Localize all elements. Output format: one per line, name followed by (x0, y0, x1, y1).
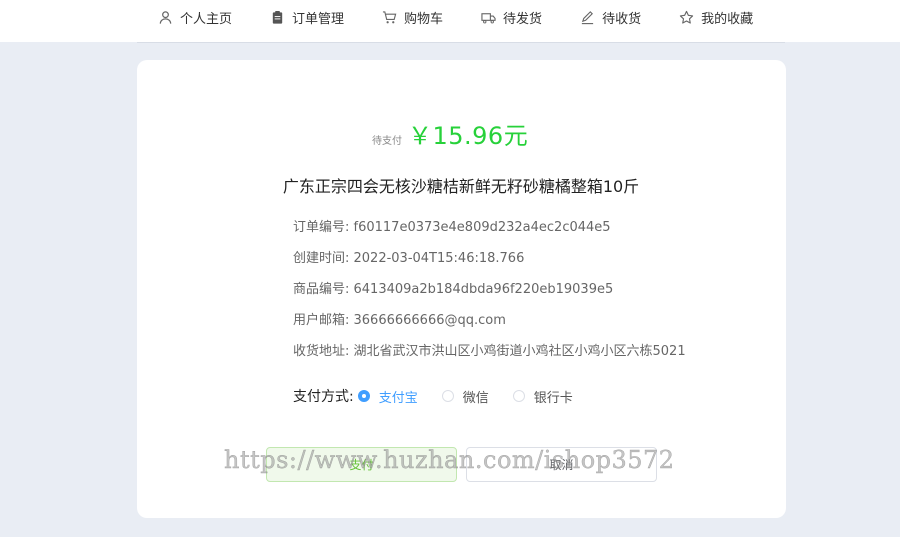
order-number: 订单编号: f60117e0373e4e809d232a4ec2c044e5 (293, 220, 611, 235)
shipping-address: 收货地址: 湖北省武汉市洪山区小鸡街道小鸡社区小鸡小区六栋5021 (293, 344, 686, 359)
payment-option-bank-card[interactable]: 银行卡 (512, 387, 573, 406)
radio-label: 微信 (462, 390, 489, 406)
top-navigation-bar: 个人主页 订单管理 购物车 待发货 待收货 我的收藏 (0, 0, 900, 42)
radio-icon[interactable] (441, 390, 454, 402)
radio-icon[interactable] (512, 390, 525, 402)
nav-divider (137, 42, 785, 43)
nav-item-label: 我的收藏 (701, 11, 754, 27)
nav-item-label: 订单管理 (292, 11, 345, 27)
truck-icon (481, 12, 496, 23)
product-title: 广东正宗四会无核沙糖桔新鲜无籽砂糖橘整箱10斤 (282, 177, 640, 196)
payment-option-alipay[interactable]: 支付宝 (357, 387, 418, 406)
price-section: 待支付 ￥15.96元 (372, 116, 528, 151)
nav-item-favorites[interactable]: 我的收藏 (679, 8, 753, 27)
nav-menu: 个人主页 订单管理 购物车 待发货 待收货 我的收藏 (158, 0, 753, 34)
user-icon (159, 10, 172, 24)
nav-item-label: 个人主页 (180, 11, 233, 27)
payment-method-label: 支付方式: (293, 389, 354, 405)
payment-method-group: 支付方式: 支付宝 微信 银行卡 (293, 386, 597, 406)
nav-item-label: 待收货 (602, 11, 642, 27)
radio-label: 银行卡 (533, 390, 573, 406)
cancel-button[interactable]: 取消 (466, 447, 657, 482)
user-email: 用户邮箱: 36666666666@qq.com (293, 313, 506, 328)
nav-item-orders[interactable]: 订单管理 (270, 8, 344, 27)
nav-item-cart[interactable]: 购物车 (382, 8, 443, 27)
nav-item-label: 购物车 (404, 11, 444, 27)
nav-item-profile[interactable]: 个人主页 (158, 8, 232, 27)
radio-checked-icon[interactable] (357, 390, 370, 402)
nav-item-to-receive[interactable]: 待收货 (580, 8, 641, 27)
clipboard-icon (272, 10, 283, 24)
created-time: 创建时间: 2022-03-04T15:46:18.766 (293, 251, 525, 266)
payment-option-wechat[interactable]: 微信 (441, 387, 489, 406)
nav-item-label: 待发货 (503, 11, 543, 27)
order-price: ￥15.96元 (408, 122, 529, 150)
star-icon (679, 10, 694, 24)
payment-status-label: 待支付 (372, 136, 402, 147)
radio-label: 支付宝 (378, 390, 418, 406)
pay-button[interactable]: 支付 (266, 447, 457, 482)
pen-icon (581, 10, 594, 24)
cart-icon (382, 10, 397, 23)
nav-item-to-ship[interactable]: 待发货 (481, 8, 542, 27)
product-number: 商品编号: 6413409a2b184dbda96f220eb19039e5 (293, 282, 614, 297)
order-info-list: 订单编号: f60117e0373e4e809d232a4ec2c044e5 创… (293, 219, 686, 374)
